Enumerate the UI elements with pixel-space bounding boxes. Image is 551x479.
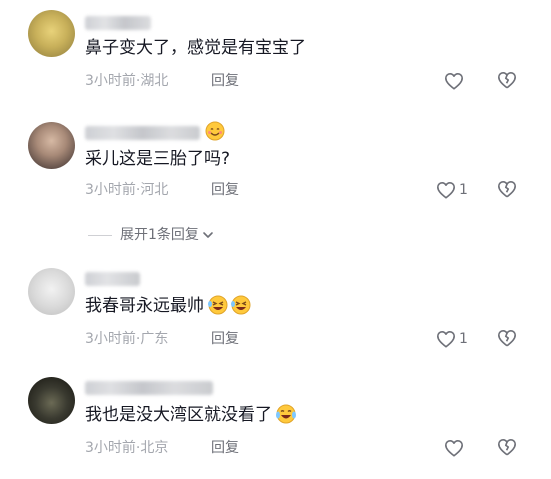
comment-meta: 3小时前·河北	[85, 182, 169, 198]
dislike-button[interactable]	[497, 71, 519, 91]
avatar[interactable]	[28, 122, 75, 169]
expand-replies-button[interactable]: 展开1条回复	[88, 225, 215, 245]
grinning-squint-emoji	[230, 295, 251, 315]
broken-heart-outline-icon	[498, 180, 517, 198]
like-button[interactable]: 1	[436, 329, 468, 349]
like-count: 1	[459, 331, 468, 347]
reply-button[interactable]: 回复	[211, 72, 239, 90]
comment-text-content: 我春哥永远最帅	[85, 296, 204, 316]
like-button[interactable]	[444, 71, 467, 91]
dislike-button[interactable]	[497, 329, 519, 349]
username-blurred[interactable]	[85, 126, 200, 140]
like-button[interactable]	[444, 438, 467, 458]
heart-outline-icon	[437, 330, 455, 348]
like-button[interactable]: 1	[436, 180, 468, 200]
comment-item: 我春哥永远最帅 3小时前·广东 回复 1	[0, 260, 551, 370]
avatar[interactable]	[28, 10, 75, 57]
comment-text-content: 我也是没大湾区就没看了	[85, 405, 272, 425]
comment-text: 我也是没大湾区就没看了	[85, 404, 296, 426]
comment-text: 鼻子变大了，感觉是有宝宝了	[85, 38, 306, 58]
comment-time: 3小时前	[85, 182, 136, 198]
reply-button[interactable]: 回复	[211, 181, 239, 199]
comment-item: 我也是没大湾区就没看了 3小时前·北京 回复	[0, 370, 551, 479]
broken-heart-outline-icon	[498, 438, 517, 456]
comment-location: 湖北	[140, 73, 169, 89]
comment-item: 鼻子变大了，感觉是有宝宝了 3小时前·湖北 回复	[0, 0, 551, 110]
chevron-down-icon	[203, 232, 213, 238]
reply-button[interactable]: 回复	[211, 330, 239, 348]
expand-replies-label: 展开1条回复	[120, 227, 199, 243]
smiling-emoji	[205, 121, 225, 141]
dislike-button[interactable]	[497, 180, 519, 200]
comment-time: 3小时前	[85, 331, 136, 347]
comment-text: 我春哥永远最帅	[85, 295, 251, 317]
avatar[interactable]	[28, 377, 75, 424]
reply-button[interactable]: 回复	[211, 439, 239, 457]
comment-time: 3小时前	[85, 440, 136, 456]
comment-location: 河北	[140, 182, 169, 198]
comment-item: 采儿这是三胎了吗? 3小时前·河北 回复 1	[0, 110, 551, 220]
like-count: 1	[459, 182, 468, 198]
username-blurred[interactable]	[85, 381, 213, 395]
username-blurred[interactable]	[85, 16, 151, 30]
comment-meta: 3小时前·湖北	[85, 73, 169, 89]
grinning-squint-emoji	[207, 295, 228, 315]
comment-location: 北京	[140, 440, 169, 456]
comment-time: 3小时前	[85, 73, 136, 89]
comment-location: 广东	[140, 331, 169, 347]
heart-outline-icon	[445, 72, 463, 90]
divider	[88, 234, 112, 236]
tears-of-joy-emoji	[275, 404, 296, 424]
broken-heart-outline-icon	[498, 71, 517, 89]
avatar[interactable]	[28, 268, 75, 315]
heart-outline-icon	[437, 181, 455, 199]
comment-meta: 3小时前·北京	[85, 440, 169, 456]
heart-outline-icon	[445, 439, 463, 457]
dislike-button[interactable]	[497, 438, 519, 458]
broken-heart-outline-icon	[498, 329, 517, 347]
comment-text: 采儿这是三胎了吗?	[85, 149, 231, 169]
comment-meta: 3小时前·广东	[85, 331, 169, 347]
username-blurred[interactable]	[85, 272, 140, 286]
